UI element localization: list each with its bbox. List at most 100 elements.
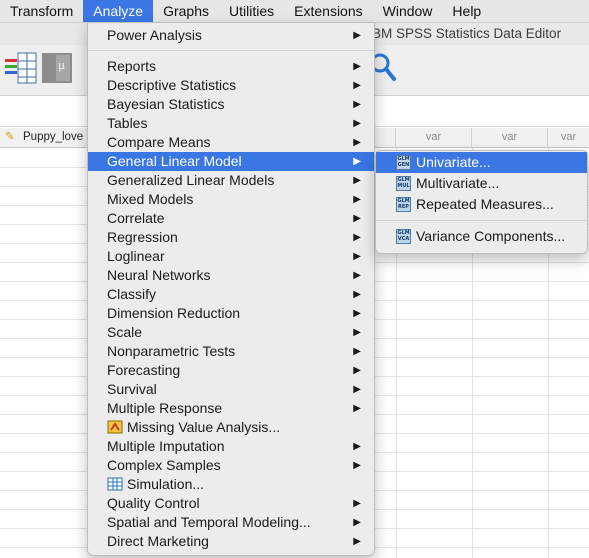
menu-item-compare-means[interactable]: Compare Means ▶ xyxy=(88,133,374,152)
menu-item-label: Generalized Linear Models xyxy=(107,172,275,188)
column-header-var[interactable]: var xyxy=(472,128,548,148)
menu-item-survival[interactable]: Survival ▶ xyxy=(88,380,374,399)
menu-item-mixed-models[interactable]: Mixed Models ▶ xyxy=(88,190,374,209)
menu-item-power-analysis[interactable]: Power Analysis ▶ xyxy=(88,26,374,45)
menu-item-classify[interactable]: Classify ▶ xyxy=(88,285,374,304)
analyze-menu: Power Analysis ▶ Reports ▶ Descriptive Sta… xyxy=(87,22,375,556)
submenu-item-label: Multivariate... xyxy=(416,175,500,191)
menu-transform[interactable]: Transform xyxy=(0,0,83,22)
menu-item-label: Forecasting xyxy=(107,362,181,378)
submenu-arrow-icon: ▶ xyxy=(353,118,361,129)
submenu-arrow-icon: ▶ xyxy=(353,403,361,414)
menu-item-spatial-temporal-modeling[interactable]: Spatial and Temporal Modeling... ▶ xyxy=(88,513,374,532)
menu-utilities[interactable]: Utilities xyxy=(219,0,284,22)
window-title: BM SPSS Statistics Data Editor xyxy=(372,26,562,41)
menu-graphs[interactable]: Graphs xyxy=(153,0,219,22)
menu-item-label: Descriptive Statistics xyxy=(107,77,237,93)
submenu-arrow-icon: ▶ xyxy=(353,308,361,319)
submenu-arrow-icon: ▶ xyxy=(353,327,361,338)
menu-item-label: Power Analysis xyxy=(107,27,202,43)
menu-item-label: Neural Networks xyxy=(107,267,211,283)
menu-item-neural-networks[interactable]: Neural Networks ▶ xyxy=(88,266,374,285)
submenu-arrow-icon: ▶ xyxy=(353,498,361,509)
menu-analyze[interactable]: Analyze xyxy=(83,0,154,22)
menu-extensions[interactable]: Extensions xyxy=(284,0,372,22)
menu-item-forecasting[interactable]: Forecasting ▶ xyxy=(88,361,374,380)
submenu-arrow-icon: ▶ xyxy=(353,536,361,547)
submenu-item-univariate[interactable]: GLM GEN Univariate... xyxy=(376,152,587,173)
submenu-arrow-icon: ▶ xyxy=(353,137,361,148)
menu-item-tables[interactable]: Tables ▶ xyxy=(88,114,374,133)
menu-item-quality-control[interactable]: Quality Control ▶ xyxy=(88,494,374,513)
menu-item-descriptive-statistics[interactable]: Descriptive Statistics ▶ xyxy=(88,76,374,95)
variable-view-icon[interactable] xyxy=(4,51,38,85)
mu-icon[interactable]: μ xyxy=(40,51,74,85)
glm-univariate-icon: GLM GEN xyxy=(396,155,411,170)
menu-item-label: Nonparametric Tests xyxy=(107,343,236,359)
menu-item-label: Complex Samples xyxy=(107,457,221,473)
menu-item-bayesian-statistics[interactable]: Bayesian Statistics ▶ xyxy=(88,95,374,114)
menu-item-label: Spatial and Temporal Modeling... xyxy=(107,514,311,530)
menu-item-label: Scale xyxy=(107,324,143,340)
submenu-arrow-icon: ▶ xyxy=(353,80,361,91)
menu-item-complex-samples[interactable]: Complex Samples ▶ xyxy=(88,456,374,475)
submenu-arrow-icon: ▶ xyxy=(353,61,361,72)
glm-submenu: GLM GEN Univariate... GLM MUL Multivariate… xyxy=(375,150,588,254)
column-header-puppy-love[interactable]: ✎ Puppy_love xyxy=(0,128,95,148)
menu-item-label: Multiple Imputation xyxy=(107,438,225,454)
menu-item-label: Mixed Models xyxy=(107,191,194,207)
menu-item-reports[interactable]: Reports ▶ xyxy=(88,57,374,76)
menu-item-nonparametric-tests[interactable]: Nonparametric Tests ▶ xyxy=(88,342,374,361)
menu-item-label: Reports xyxy=(107,58,157,74)
menu-item-label: Direct Marketing xyxy=(107,533,209,549)
menu-window[interactable]: Window xyxy=(373,0,443,22)
menu-item-dimension-reduction[interactable]: Dimension Reduction ▶ xyxy=(88,304,374,323)
menu-item-multiple-imputation[interactable]: Multiple Imputation ▶ xyxy=(88,437,374,456)
menu-help[interactable]: Help xyxy=(442,0,491,22)
menu-item-generalized-linear-models[interactable]: Generalized Linear Models ▶ xyxy=(88,171,374,190)
missing-value-icon xyxy=(107,420,123,434)
submenu-arrow-icon: ▶ xyxy=(353,194,361,205)
menu-item-missing-value-analysis[interactable]: Missing Value Analysis... xyxy=(88,418,374,437)
pencil-icon: ✎ xyxy=(5,131,15,143)
submenu-arrow-icon: ▶ xyxy=(353,175,361,186)
menu-item-general-linear-model[interactable]: General Linear Model ▶ xyxy=(88,152,374,171)
column-name: Puppy_love xyxy=(23,131,84,143)
menu-item-label: Bayesian Statistics xyxy=(107,96,225,112)
submenu-arrow-icon: ▶ xyxy=(353,289,361,300)
menu-separator xyxy=(376,220,587,221)
submenu-arrow-icon: ▶ xyxy=(353,517,361,528)
submenu-item-label: Variance Components... xyxy=(416,228,566,244)
menu-item-direct-marketing[interactable]: Direct Marketing ▶ xyxy=(88,532,374,551)
submenu-arrow-icon: ▶ xyxy=(353,251,361,262)
menu-item-label: Correlate xyxy=(107,210,165,226)
submenu-arrow-icon: ▶ xyxy=(353,460,361,471)
menu-item-correlate[interactable]: Correlate ▶ xyxy=(88,209,374,228)
menu-item-multiple-response[interactable]: Multiple Response ▶ xyxy=(88,399,374,418)
submenu-arrow-icon: ▶ xyxy=(353,270,361,281)
menu-item-regression[interactable]: Regression ▶ xyxy=(88,228,374,247)
menu-item-loglinear[interactable]: Loglinear ▶ xyxy=(88,247,374,266)
submenu-item-variance-components[interactable]: GLM VCA Variance Components... xyxy=(376,226,587,247)
menu-item-label: Dimension Reduction xyxy=(107,305,241,321)
menubar: Transform Analyze Graphs Utilities Exten… xyxy=(0,0,589,23)
menu-item-scale[interactable]: Scale ▶ xyxy=(88,323,374,342)
submenu-item-label: Repeated Measures... xyxy=(416,196,554,212)
menu-item-label: Quality Control xyxy=(107,495,200,511)
menu-separator xyxy=(88,50,374,51)
menu-item-simulation[interactable]: Simulation... xyxy=(88,475,374,494)
column-header-var[interactable]: var xyxy=(548,128,589,148)
submenu-arrow-icon: ▶ xyxy=(353,346,361,357)
submenu-arrow-icon: ▶ xyxy=(353,30,361,41)
menu-item-label: Multiple Response xyxy=(107,400,223,416)
submenu-item-multivariate[interactable]: GLM MUL Multivariate... xyxy=(376,173,587,194)
submenu-item-repeated-measures[interactable]: GLM REP Repeated Measures... xyxy=(376,194,587,215)
menu-item-label: Simulation... xyxy=(127,476,205,492)
menu-item-label: Compare Means xyxy=(107,134,211,150)
menu-item-label: Survival xyxy=(107,381,157,397)
submenu-arrow-icon: ▶ xyxy=(353,99,361,110)
submenu-arrow-icon: ▶ xyxy=(353,384,361,395)
column-header-var[interactable]: var xyxy=(396,128,472,148)
submenu-arrow-icon: ▶ xyxy=(353,365,361,376)
submenu-arrow-icon: ▶ xyxy=(353,441,361,452)
